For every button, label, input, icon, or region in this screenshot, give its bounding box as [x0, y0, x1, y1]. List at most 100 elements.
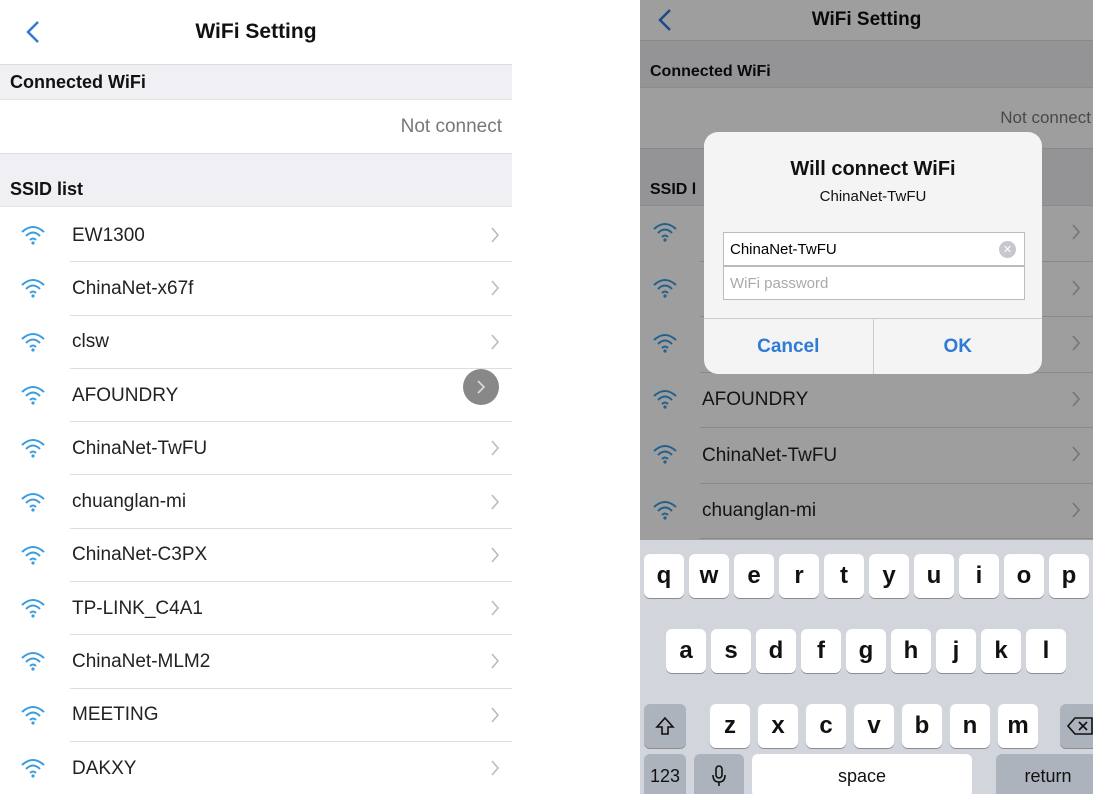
- key-s[interactable]: s: [711, 629, 751, 673]
- ssid-row[interactable]: ChinaNet-C3PX: [0, 529, 512, 583]
- chevron-right-icon: [491, 600, 500, 616]
- wifi-icon: [21, 652, 45, 671]
- key-y[interactable]: y: [869, 554, 909, 598]
- chevron-right-icon: [491, 707, 500, 723]
- return-key[interactable]: return: [996, 754, 1093, 794]
- keyboard: 123 space return qwertyuiop asdfghjkl zxcv…: [640, 540, 1093, 794]
- key-u[interactable]: u: [914, 554, 954, 598]
- key-n[interactable]: n: [950, 704, 990, 748]
- ssid-row[interactable]: ChinaNet-MLM2: [0, 635, 512, 689]
- connected-wifi-header: Connected WiFi: [0, 64, 512, 100]
- wifi-icon: [21, 439, 45, 458]
- ssid-name: chuanglan-mi: [72, 491, 187, 513]
- dialog-buttons: Cancel OK: [704, 318, 1042, 374]
- wifi-icon: [21, 599, 45, 618]
- key-j[interactable]: j: [936, 629, 976, 673]
- dialog-message: ChinaNet-TwFU: [819, 188, 927, 205]
- password-placeholder: WiFi password: [730, 274, 829, 292]
- ssid-name: clsw: [72, 331, 109, 353]
- chevron-right-icon: [491, 653, 500, 669]
- chevron-left-icon: [26, 21, 39, 43]
- key-e[interactable]: e: [734, 554, 774, 598]
- key-p[interactable]: p: [1049, 554, 1089, 598]
- ssid-row[interactable]: ChinaNet-x67f: [0, 262, 512, 316]
- key-c[interactable]: c: [806, 704, 846, 748]
- chevron-right-icon: [477, 380, 486, 394]
- ssid-name: ChinaNet-x67f: [72, 277, 194, 299]
- chevron-right-icon: [491, 547, 500, 563]
- key-x[interactable]: x: [758, 704, 798, 748]
- delete-key[interactable]: [1060, 704, 1093, 748]
- key-a[interactable]: a: [666, 629, 706, 673]
- key-k[interactable]: k: [981, 629, 1021, 673]
- wifi-icon: [21, 705, 45, 725]
- clear-icon[interactable]: ✕: [999, 241, 1016, 258]
- backspace-icon: [1067, 717, 1093, 735]
- ssid-name: ChinaNet-TwFU: [72, 437, 208, 459]
- scroll-handle[interactable]: [463, 369, 499, 405]
- key-m[interactable]: m: [998, 704, 1038, 748]
- ssid-row[interactable]: AFOUNDRY: [0, 369, 512, 423]
- ssid-row[interactable]: chuanglan-mi: [0, 476, 512, 529]
- ssid-name: AFOUNDRY: [72, 384, 179, 406]
- shift-key[interactable]: [644, 704, 686, 748]
- key-t[interactable]: t: [824, 554, 864, 598]
- wifi-icon: [21, 545, 45, 565]
- back-button[interactable]: [18, 14, 48, 50]
- ssid-row[interactable]: MEETING: [0, 689, 512, 742]
- ssid-name: ChinaNet-MLM2: [72, 651, 211, 673]
- ssid-row[interactable]: EW1300: [0, 209, 512, 263]
- key-i[interactable]: i: [959, 554, 999, 598]
- dialog-title: Will connect WiFi: [790, 158, 956, 180]
- wifi-icon: [21, 492, 45, 512]
- wifi-icon: [21, 759, 45, 778]
- chevron-right-icon: [491, 227, 500, 243]
- cancel-button[interactable]: Cancel: [704, 319, 873, 374]
- page-title: WiFi Setting: [195, 20, 317, 43]
- nav-bar: WiFi Setting: [0, 0, 512, 64]
- password-field[interactable]: WiFi password: [723, 266, 1025, 300]
- key-v[interactable]: v: [854, 704, 894, 748]
- key-f[interactable]: f: [801, 629, 841, 673]
- chevron-right-icon: [491, 280, 500, 296]
- key-h[interactable]: h: [891, 629, 931, 673]
- ssid-name: DAKXY: [72, 757, 137, 779]
- key-b[interactable]: b: [902, 704, 942, 748]
- wifi-setting-screen: WiFi Setting Connected WiFi Not connect …: [0, 0, 512, 794]
- connected-wifi-status: Not connect: [400, 116, 502, 137]
- wifi-connect-dialog-screen: WiFi Setting Connected WiFi Not connect …: [640, 0, 1093, 794]
- chevron-right-icon: [491, 440, 500, 456]
- ssid-field[interactable]: ChinaNet-TwFU ✕: [723, 232, 1025, 266]
- connect-wifi-dialog: Will connect WiFi ChinaNet-TwFU ChinaNet…: [704, 132, 1042, 374]
- ssid-name: EW1300: [72, 224, 145, 246]
- chevron-right-icon: [491, 334, 500, 350]
- ssid-row[interactable]: TP-LINK_C4A1: [0, 582, 512, 636]
- ssid-row[interactable]: ChinaNet-TwFU: [0, 422, 512, 476]
- microphone-icon: [712, 765, 726, 786]
- dictation-key[interactable]: [694, 754, 744, 794]
- key-g[interactable]: g: [846, 629, 886, 673]
- key-o[interactable]: o: [1004, 554, 1044, 598]
- key-r[interactable]: r: [779, 554, 819, 598]
- ssid-name: MEETING: [72, 704, 159, 726]
- wifi-icon: [21, 279, 45, 298]
- shift-icon: [655, 716, 675, 735]
- numbers-key[interactable]: 123: [644, 754, 686, 794]
- chevron-right-icon: [491, 760, 500, 776]
- ssid-row[interactable]: clsw: [0, 316, 512, 369]
- ssid-name: TP-LINK_C4A1: [72, 597, 203, 619]
- key-w[interactable]: w: [689, 554, 729, 598]
- key-l[interactable]: l: [1026, 629, 1066, 673]
- wifi-icon: [21, 385, 45, 405]
- ok-button[interactable]: OK: [872, 319, 1043, 374]
- ssid-list-header: SSID list: [0, 153, 512, 207]
- ssid-row[interactable]: DAKXY: [0, 742, 512, 794]
- key-q[interactable]: q: [644, 554, 684, 598]
- space-key[interactable]: space: [752, 754, 972, 794]
- ssid-field-value: ChinaNet-TwFU: [730, 240, 837, 258]
- key-d[interactable]: d: [756, 629, 796, 673]
- wifi-icon: [21, 332, 45, 352]
- key-z[interactable]: z: [710, 704, 750, 748]
- ssid-name: ChinaNet-C3PX: [72, 544, 208, 566]
- wifi-icon: [21, 226, 45, 245]
